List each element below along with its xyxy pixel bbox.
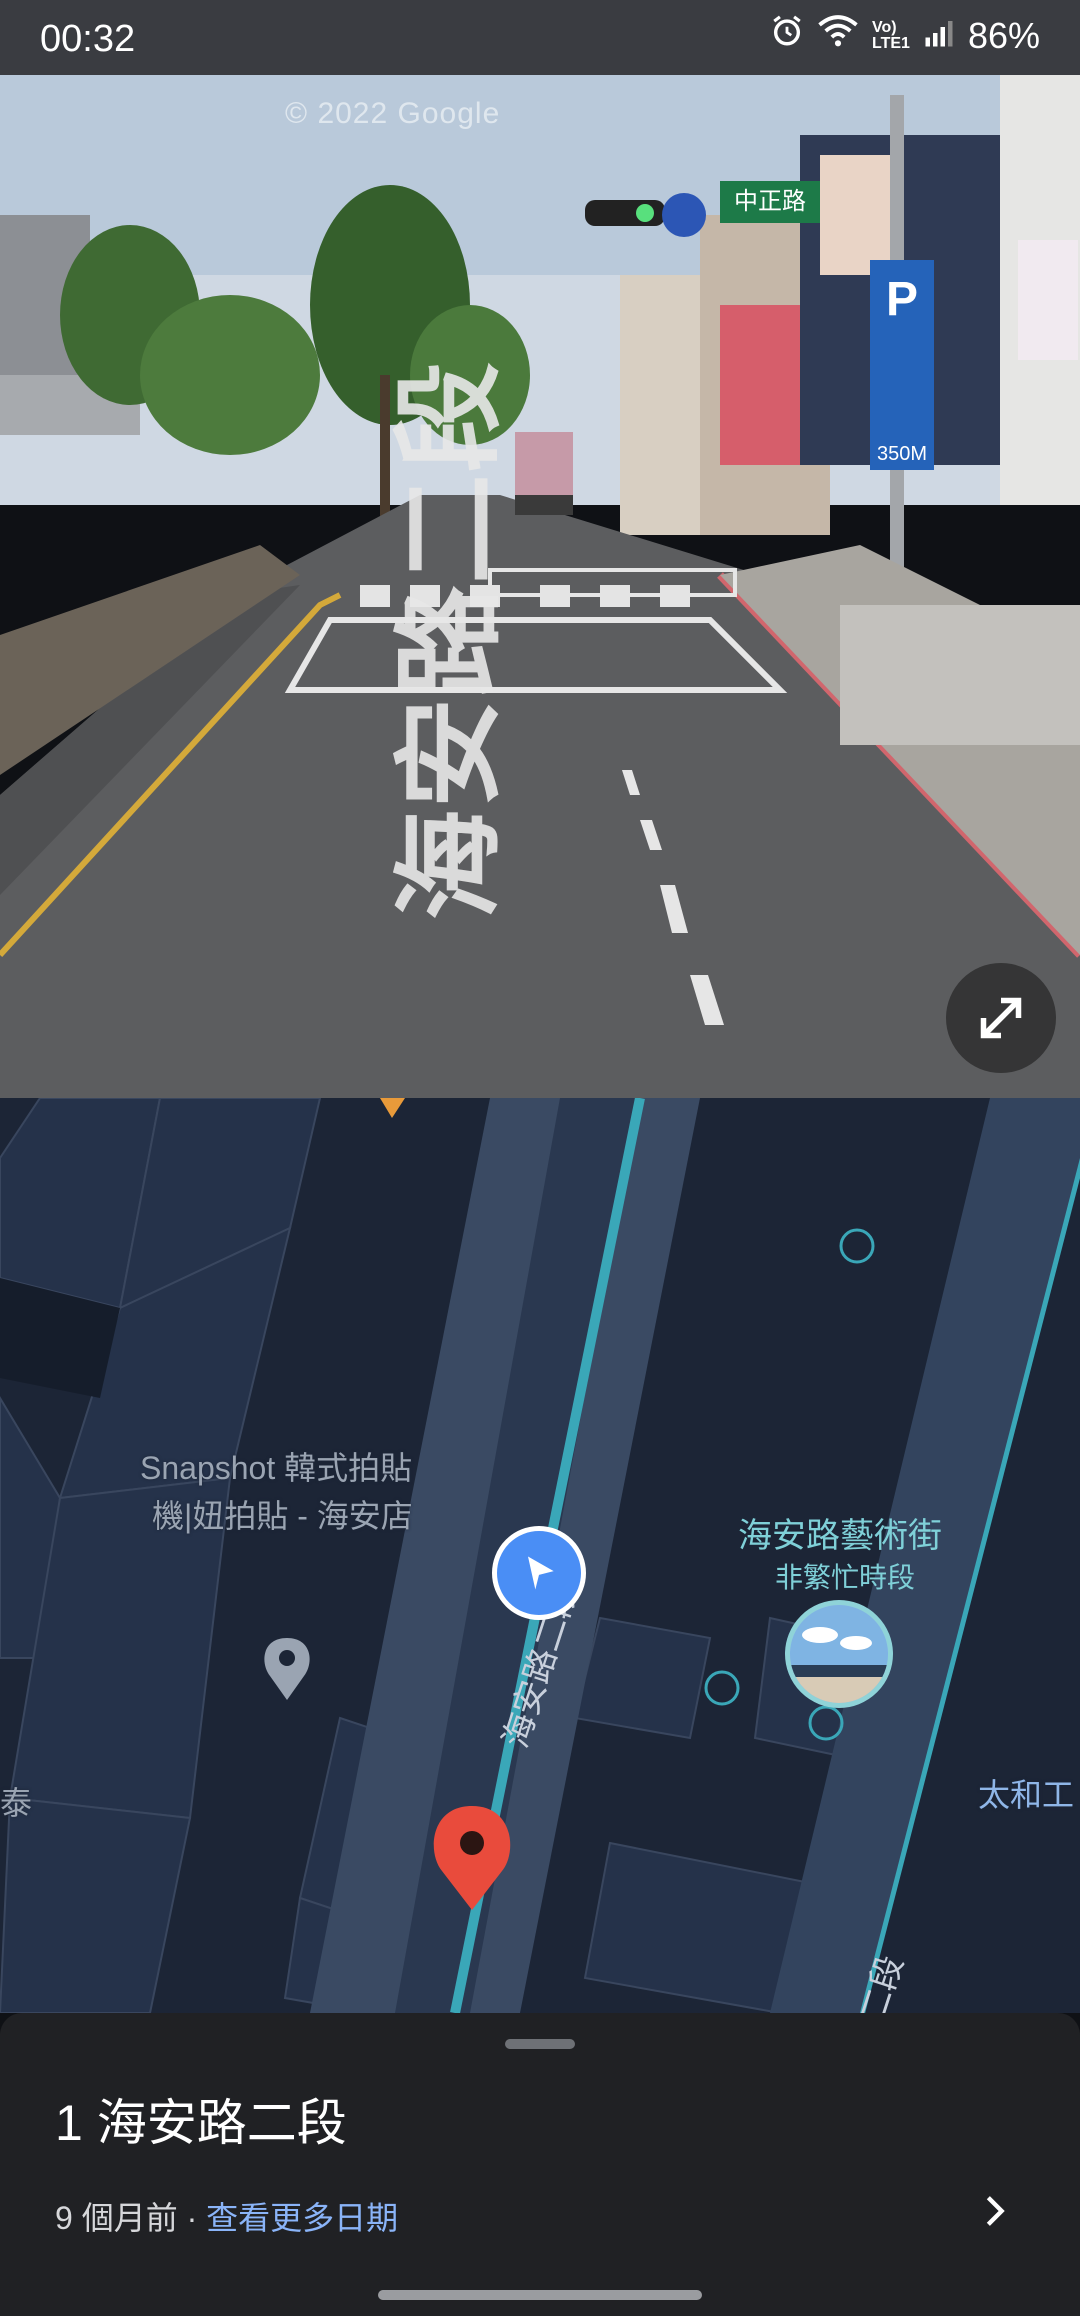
street-sign-text: 中正路 [734, 188, 806, 215]
poi-snapshot-label-line2[interactable]: 機|妞拍貼 - 海安店 [152, 1491, 413, 1537]
expand-icon [980, 997, 1022, 1039]
map-label-left: 泰 [0, 1785, 33, 1821]
status-icons: Vo) LTE1 86% [770, 14, 1040, 57]
street-view-panel[interactable]: 中正路 P 350M © 2022 Google 海安路二段 [0, 75, 1080, 1098]
poi-art-street-status: 非繁忙時段 [775, 1562, 916, 1593]
drag-handle[interactable] [505, 2039, 575, 2049]
street-view-image[interactable]: 中正路 P 350M [0, 75, 1080, 1098]
capture-date-line: 9 個月前 · 查看更多日期 [55, 2193, 398, 2239]
status-bar: 00:32 Vo) LTE1 86% [0, 0, 1080, 75]
place-title: 1 海安路二段 [55, 2095, 347, 2151]
status-time: 00:32 [40, 18, 136, 60]
capture-date-text: 9 個月前 · [55, 2200, 207, 2236]
bottom-sheet[interactable]: 1 海安路二段 9 個月前 · 查看更多日期 [0, 2013, 1080, 2316]
signal-icon [924, 15, 954, 57]
map-label-right: 太和工 [978, 1777, 1075, 1813]
poi-art-street-label[interactable]: 海安路藝術街 [738, 1508, 942, 1557]
alarm-icon [770, 14, 804, 57]
art-street-thumbnail[interactable] [785, 1600, 893, 1708]
street-view-watermark: © 2022 Google [285, 97, 501, 130]
volte-icon: Vo) LTE1 [872, 18, 910, 52]
parking-distance: 350M [877, 443, 927, 465]
gesture-bar [378, 2290, 702, 2300]
svg-text:P: P [886, 273, 918, 326]
art-street-photo-icon [790, 1605, 888, 1703]
poi-snapshot-label[interactable]: Snapshot 韓式拍貼 [140, 1443, 412, 1489]
map-panel[interactable]: Snapshot 韓式拍貼 機|妞拍貼 - 海安店 海安路藝術街 非繁忙時段 泰… [0, 1098, 1080, 2013]
expand-button[interactable] [946, 963, 1056, 1073]
battery-percent: 86% [967, 14, 1040, 56]
chevron-right-icon[interactable] [975, 2191, 1015, 2231]
road-marking-label: 海安路二段 [389, 360, 512, 920]
see-more-dates-link[interactable]: 查看更多日期 [206, 2200, 398, 2236]
current-location-button[interactable] [492, 1526, 586, 1620]
wifi-icon [818, 14, 858, 57]
navigation-arrow-icon [528, 1556, 554, 1590]
